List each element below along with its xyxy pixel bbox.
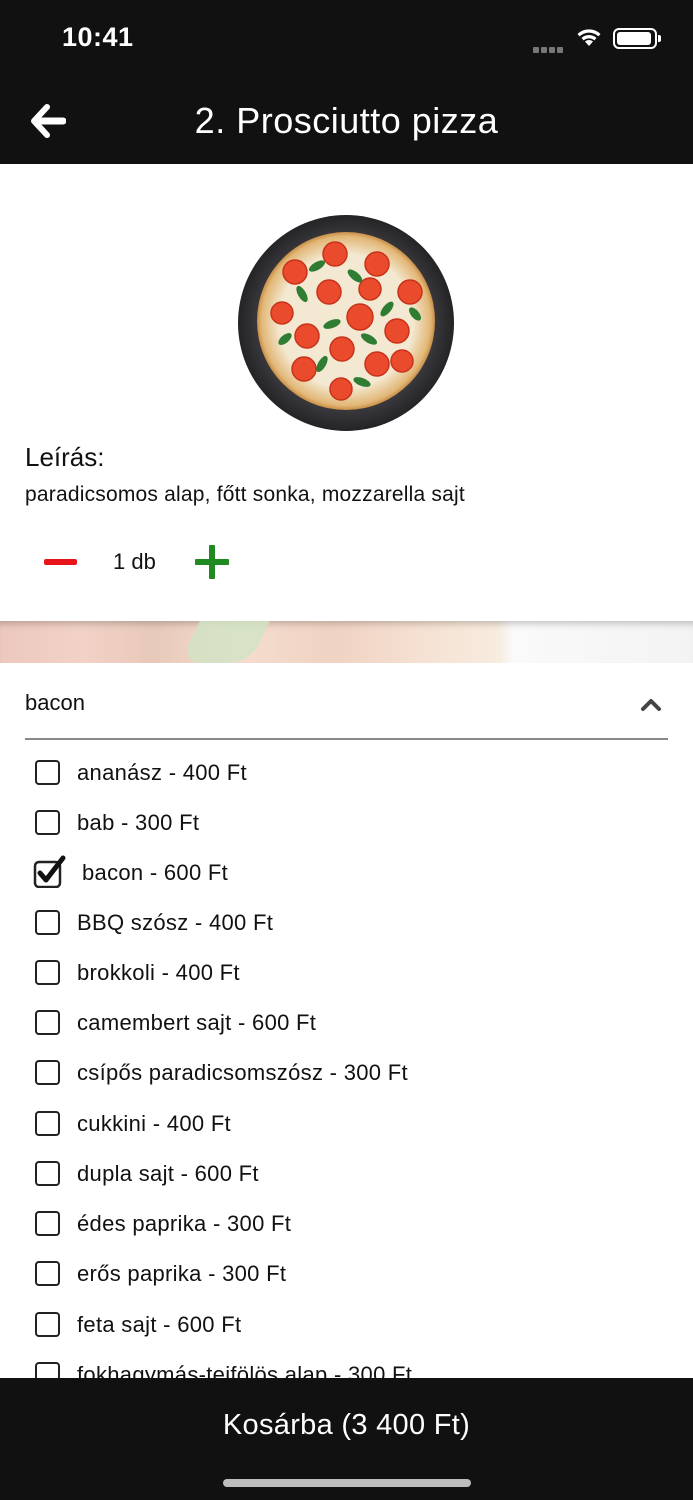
topping-label: bacon - 600 Ft — [82, 860, 229, 885]
checkbox[interactable] — [35, 1312, 60, 1337]
topping-label: fokhagymás-tejfölös alap - 300 Ft — [77, 1362, 413, 1378]
checkbox[interactable] — [35, 760, 60, 785]
topping-label: cukkini - 400 Ft — [77, 1111, 231, 1136]
topping-option[interactable]: erős paprika - 300 Ft — [0, 1249, 693, 1299]
increase-quantity-button[interactable] — [195, 545, 229, 579]
status-time: 10:41 — [62, 22, 134, 52]
checked-checkbox-icon[interactable] — [33, 852, 67, 888]
checkbox[interactable] — [35, 1362, 60, 1378]
topping-label: dupla sajt - 600 Ft — [77, 1161, 259, 1186]
add-to-cart-button[interactable]: Kosárba (3 400 Ft) — [0, 1378, 693, 1473]
topping-label: erős paprika - 300 Ft — [77, 1261, 287, 1286]
topping-label: brokkoli - 400 Ft — [77, 960, 240, 985]
checkbox[interactable] — [35, 810, 60, 835]
topping-dropdown[interactable]: bacon — [25, 680, 668, 740]
footer-bar: Kosárba (3 400 Ft) — [0, 1378, 693, 1500]
description-label: Leírás: — [25, 442, 105, 472]
checkbox[interactable] — [35, 1161, 60, 1186]
topping-option[interactable]: fokhagymás-tejfölös alap - 300 Ft — [0, 1350, 693, 1378]
top-bar: 10:41 2. Prosciutto pizza — [0, 0, 693, 164]
topping-label: ananász - 400 Ft — [77, 760, 247, 785]
home-indicator — [223, 1479, 471, 1487]
chevron-up-icon — [641, 699, 661, 711]
topping-option[interactable]: BBQ szósz - 400 Ft — [0, 898, 693, 948]
pizza-image — [238, 215, 454, 431]
decorative-leaf — [180, 621, 270, 663]
topping-option[interactable]: brokkoli - 400 Ft — [0, 948, 693, 998]
topping-option[interactable]: camembert sajt - 600 Ft — [0, 998, 693, 1048]
battery-icon — [613, 28, 661, 49]
checkbox[interactable] — [35, 910, 60, 935]
dropdown-selected-value: bacon — [25, 690, 85, 715]
decorative-background-strip — [0, 621, 693, 663]
topping-label: csípős paradicsomszósz - 300 Ft — [77, 1060, 408, 1085]
cellular-signal-icon — [533, 40, 565, 53]
topping-label: feta sajt - 600 Ft — [77, 1312, 242, 1337]
checkbox[interactable] — [35, 1111, 60, 1136]
description-text: paradicsomos alap, főtt sonka, mozzarell… — [25, 483, 465, 506]
decrease-quantity-button[interactable] — [44, 559, 77, 565]
topping-option[interactable]: ananász - 400 Ft — [0, 748, 693, 798]
checkbox[interactable] — [35, 1010, 60, 1035]
topping-label: camembert sajt - 600 Ft — [77, 1010, 317, 1035]
topping-label: BBQ szósz - 400 Ft — [77, 910, 274, 935]
topping-label: édes paprika - 300 Ft — [77, 1211, 292, 1236]
topping-option[interactable]: édes paprika - 300 Ft — [0, 1199, 693, 1249]
page-title: 2. Prosciutto pizza — [194, 100, 499, 141]
checkbox[interactable] — [35, 960, 60, 985]
checkbox[interactable] — [35, 1261, 60, 1286]
quantity-value: 1 db — [113, 549, 156, 574]
topping-options-list: ananász - 400 Ft bab - 300 Ft bacon - 60… — [0, 748, 693, 1378]
topping-option[interactable]: csípős paradicsomszósz - 300 Ft — [0, 1048, 693, 1098]
topping-option[interactable]: dupla sajt - 600 Ft — [0, 1149, 693, 1199]
topping-option[interactable]: bab - 300 Ft — [0, 798, 693, 848]
topping-option[interactable]: bacon - 600 Ft — [0, 848, 693, 898]
topping-label: bab - 300 Ft — [77, 810, 200, 835]
topping-option[interactable]: cukkini - 400 Ft — [0, 1099, 693, 1149]
checkbox[interactable] — [35, 1211, 60, 1236]
topping-option[interactable]: feta sajt - 600 Ft — [0, 1300, 693, 1350]
wifi-icon — [577, 29, 601, 46]
checkbox[interactable] — [35, 1060, 60, 1085]
